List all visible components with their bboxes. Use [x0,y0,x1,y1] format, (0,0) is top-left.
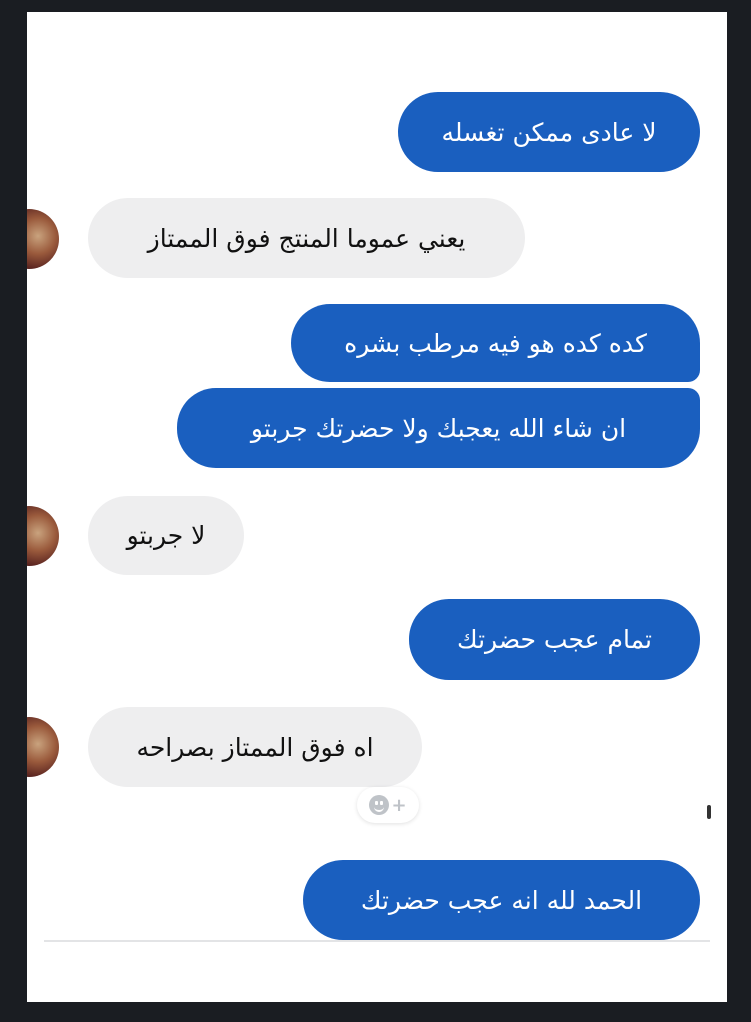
chat-thread: لا عادى ممكن تغسله يعني عموما المنتج فوق… [27,12,727,1002]
scroll-indicator [707,805,711,819]
message-bubble-incoming[interactable]: لا جربتو [88,496,244,575]
message-text: يعني عموما المنتج فوق الممتاز [147,223,466,253]
message-bubble-incoming[interactable]: اه فوق الممتاز بصراحه [88,707,422,787]
message-bubble-outgoing[interactable]: ان شاء الله يعجبك ولا حضرتك جربتو [177,388,700,468]
message-text: لا عادى ممكن تغسله [441,117,657,147]
contact-avatar[interactable] [27,209,59,269]
message-text: تمام عجب حضرتك [457,625,652,654]
message-bubble-outgoing[interactable]: الحمد لله انه عجب حضرتك [303,860,700,940]
smiley-icon [369,795,390,815]
contact-avatar[interactable] [27,506,59,566]
message-bubble-outgoing[interactable]: لا عادى ممكن تغسله [398,92,700,172]
plus-icon: + [391,794,407,816]
message-text: كده كده هو فيه مرطب بشره [344,328,647,358]
message-text: ان شاء الله يعجبك ولا حضرتك جربتو [250,413,627,443]
message-text: الحمد لله انه عجب حضرتك [360,885,643,915]
message-bubble-incoming[interactable]: يعني عموما المنتج فوق الممتاز [88,198,525,278]
contact-avatar[interactable] [27,717,59,777]
message-bubble-outgoing[interactable]: تمام عجب حضرتك [409,599,700,680]
composer-divider [44,940,710,942]
message-text: اه فوق الممتاز بصراحه [136,732,374,762]
message-text: لا جربتو [126,521,206,550]
add-reaction-button[interactable]: + [357,787,419,823]
message-bubble-outgoing[interactable]: كده كده هو فيه مرطب بشره [291,304,700,382]
